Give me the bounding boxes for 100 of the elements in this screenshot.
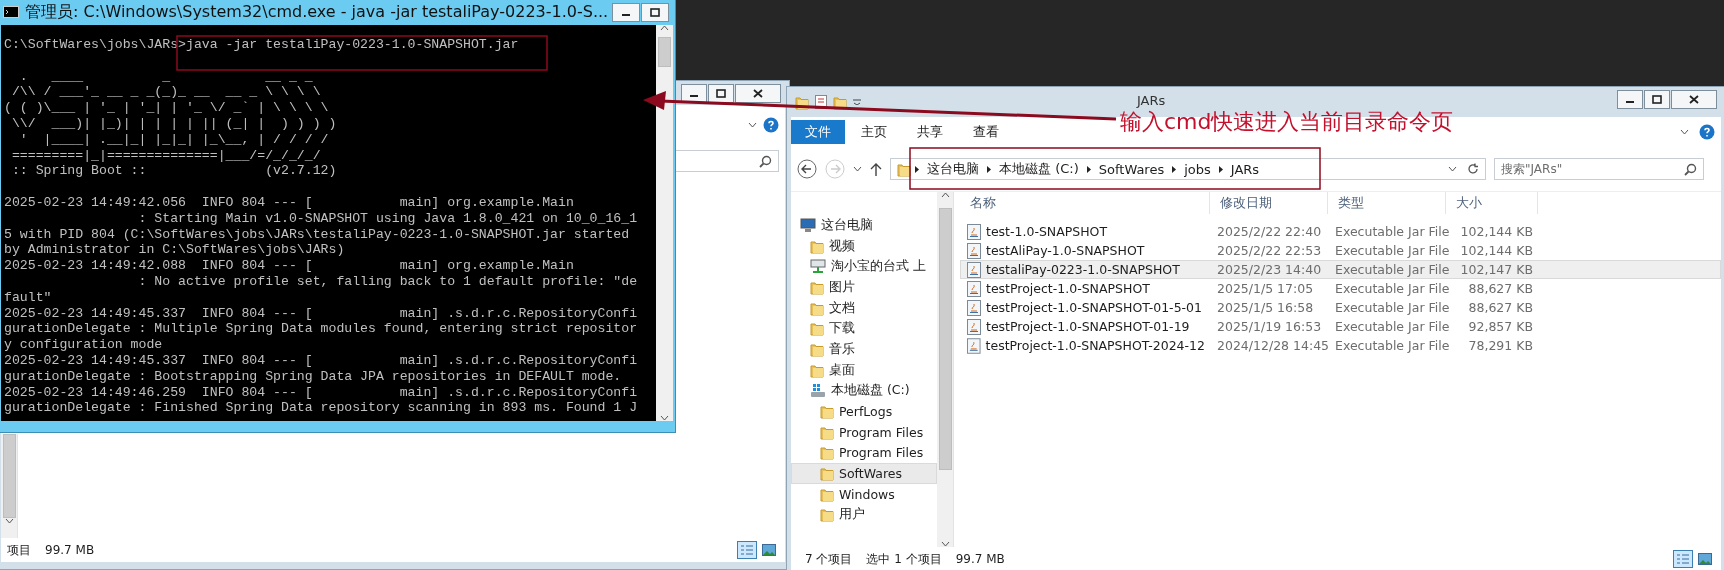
nav-item[interactable]: 用户 [791, 504, 937, 526]
nav-item[interactable]: 音乐 [791, 339, 937, 360]
nav-item[interactable]: Program Files [791, 421, 937, 443]
address-bar[interactable]: 这台电脑 本地磁盘 (C:) SoftWares jobs JARs [890, 158, 1486, 180]
column-header[interactable]: 大小 [1446, 192, 1538, 214]
breadcrumb[interactable]: SoftWares [1094, 161, 1169, 177]
table-cell-text: 2025/1/19 16:53 [1216, 319, 1323, 334]
ribbon-tab[interactable]: 主页 [847, 120, 901, 144]
status-text: 99.7 MB [955, 552, 1005, 566]
nav-item[interactable]: PerfLogs [791, 401, 937, 422]
refresh-icon[interactable] [1467, 163, 1479, 175]
nav-item[interactable]: 淘小宝的台式 上 [791, 256, 937, 278]
close-button[interactable] [1671, 90, 1717, 109]
nav-label: Windows [839, 486, 895, 502]
file-row[interactable]: testProject-1.0-SNAPSHOT-01-5-01 2025/1/5 16:58 Executable Jar File 88,627 KB [960, 298, 1721, 317]
nav-label: Program Files [839, 445, 924, 461]
nav-item[interactable]: 图片 [791, 277, 937, 298]
console-line: 2025-02-23 14:49:45.337 INFO 804 --- [ main] .s.d.r.c.RepositoryConfi [4, 305, 639, 322]
column-header[interactable]: 类型 [1328, 192, 1446, 214]
ribbon-tab[interactable]: 共享 [903, 120, 957, 144]
large-icons-view-button[interactable] [759, 541, 779, 559]
drive-icon [810, 383, 826, 399]
file-row[interactable]: testProject-1.0-SNAPSHOT 2025/1/5 17:05 Executable Jar File 88,627 KB [960, 279, 1721, 298]
nav-label: SoftWares [839, 466, 902, 482]
file-name: testProject-1.0-SNAPSHOT [961, 280, 1211, 297]
nav-item[interactable]: SoftWares [791, 463, 937, 484]
large-icons-view-button[interactable] [1695, 550, 1715, 568]
file-row[interactable]: testProject-1.0-SNAPSHOT-01-19 2025/1/19 16:53 Executable Jar File 92,857 KB [960, 317, 1721, 336]
nav-label: 用户 [839, 506, 865, 524]
maximize-icon [1652, 95, 1662, 104]
scrollbar-thumb[interactable] [2, 434, 16, 518]
status-text: 选中 1 个项目 [866, 550, 942, 568]
file-row[interactable]: testProject-1.0-SNAPSHOT-2024-12 2024/12/28 14:45 Executable Jar File 78,291 KB [960, 336, 1721, 355]
separator-icon [985, 164, 993, 174]
file-row[interactable]: testaliPay-0223-1.0-SNAPSHOT 2025/2/23 14:40 Executable Jar File 102,147 KB [960, 260, 1721, 279]
close-icon [753, 89, 763, 98]
nav-item[interactable]: Windows [791, 483, 937, 505]
nav-item[interactable]: 视频 [791, 235, 937, 257]
console-line: /\\ / ___'_ __ _ _(_)_ __ __ _ \ \ \ \ [10, 84, 322, 101]
scrollbar-thumb[interactable] [658, 37, 671, 67]
console-line: ( ( )\___ | '_ | '_| | '_ \/ _` | \ \ \ \ [4, 100, 330, 116]
scrollbar-thumb[interactable] [938, 208, 952, 470]
nav-item[interactable]: 桌面 [791, 359, 937, 381]
minimize-button[interactable] [612, 3, 640, 22]
table-cell-text: 102,147 KB [1459, 262, 1534, 277]
back-icon[interactable] [797, 159, 817, 179]
breadcrumb[interactable]: jobs [1180, 161, 1215, 177]
console-line: 2025-02-23 14:49:46.259 INFO 804 --- [ main] .s.d.r.c.RepositoryConfi [4, 384, 639, 401]
console-line: =========|_|==============|___/=/_/_/_/ [10, 147, 322, 164]
close-icon [1689, 95, 1699, 104]
nav-item[interactable]: 文档 [791, 297, 937, 319]
nav-label: 这台电脑 [821, 216, 873, 234]
nav-item[interactable]: 本地磁盘 (C:) [791, 380, 937, 402]
search-icon[interactable] [1684, 162, 1697, 176]
separator-icon [1170, 164, 1179, 174]
column-header[interactable]: 名称 [960, 192, 1210, 214]
breadcrumb[interactable]: JARs [1226, 161, 1264, 177]
nav-label: Program Files [839, 424, 924, 440]
help-icon[interactable] [1699, 124, 1715, 140]
table-cell-text: 2025/1/5 17:05 [1216, 281, 1315, 296]
folder-icon [810, 238, 824, 254]
search-icon[interactable] [759, 154, 772, 168]
separator-icon [1216, 164, 1225, 174]
up-arrow-icon[interactable] [870, 162, 882, 176]
search-field[interactable] [675, 150, 779, 172]
file-name: testProject-1.0-SNAPSHOT-2024-12 [961, 337, 1211, 354]
nav-item[interactable]: 下载 [791, 318, 937, 340]
nav-item[interactable]: Program Files [791, 442, 937, 464]
file-row[interactable]: test-1.0-SNAPSHOT 2025/2/22 22:40 Executable Jar File 102,144 KB [960, 222, 1721, 241]
scroll-up-icon[interactable] [940, 192, 950, 198]
console-line: : Starting Main v1.0-SNAPSHOT using Java 1.8.0_421 on 10_0_16_1 [137, 210, 639, 227]
console-line: 2025-02-23 14:49:42.056 INFO 804 --- [ main] org.example.Main [4, 194, 575, 211]
search-field[interactable]: 搜索"JARs" [1494, 158, 1704, 180]
new-folder-icon [833, 94, 847, 110]
column-header[interactable]: 修改日期 [1210, 192, 1328, 214]
console-line: \\/ ___)| |_)| | | | | || (_| | ) ) ) ) [10, 116, 338, 132]
scroll-up-icon[interactable] [660, 25, 669, 31]
file-row[interactable]: testAliPay-1.0-SNAPSHOT 2025/2/22 22:53 Executable Jar File 102,144 KB [960, 241, 1721, 260]
picture-view-icon [762, 544, 776, 556]
minimize-button[interactable] [1617, 90, 1643, 109]
picture-view-icon [1698, 553, 1712, 565]
folder-icon [820, 507, 834, 523]
maximize-icon [650, 8, 660, 17]
toolbar-dropdown-icon[interactable] [853, 99, 861, 105]
scroll-down-icon [660, 415, 669, 421]
folder-icon [820, 445, 834, 461]
close-button[interactable] [735, 84, 781, 103]
ribbon-tab[interactable]: 文件 [791, 120, 845, 144]
ribbon-tab[interactable]: 查看 [959, 120, 1013, 144]
details-view-icon [1676, 553, 1690, 565]
maximize-button[interactable] [1644, 90, 1670, 109]
details-view-button[interactable] [737, 541, 757, 559]
nav-item[interactable]: 这台电脑 [791, 215, 937, 236]
details-view-button[interactable] [1673, 550, 1693, 568]
table-cell-text: 102,144 KB [1459, 243, 1534, 258]
help-icon[interactable] [763, 117, 779, 133]
maximize-button[interactable] [641, 3, 669, 22]
breadcrumb[interactable]: 这台电脑 [923, 160, 983, 178]
breadcrumb[interactable]: 本地磁盘 (C:) [995, 160, 1083, 178]
jar-file-icon [967, 299, 981, 316]
